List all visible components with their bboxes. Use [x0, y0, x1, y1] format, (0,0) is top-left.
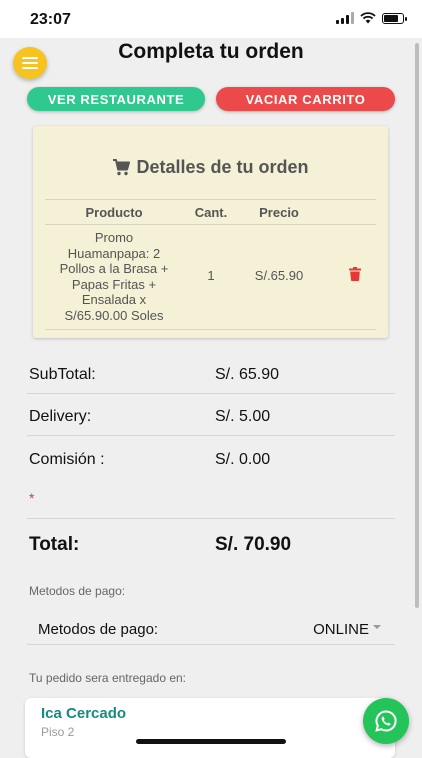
table-header: Producto Cant. Precio [45, 200, 376, 224]
product-name: Promo Huamanpapa: 2 Pollos a la Brasa + … [59, 230, 169, 323]
page-title: Completa tu orden [118, 40, 304, 63]
home-indicator [136, 739, 286, 744]
order-details-title: Detalles de tu orden [33, 157, 388, 178]
total-label: Total: [29, 534, 80, 555]
delivery-address-card[interactable]: Ica Cercado Piso 2 [25, 698, 395, 758]
order-details-card: Detalles de tu orden Producto Cant. Prec… [33, 126, 388, 338]
scrollbar[interactable] [415, 43, 419, 608]
wifi-icon [360, 12, 376, 24]
total-value: S/. 70.90 [215, 534, 292, 555]
address-name: Ica Cercado [41, 705, 127, 722]
table-row: Promo Huamanpapa: 2 Pollos a la Brasa + … [45, 225, 376, 329]
address-detail: Piso 2 [41, 725, 75, 739]
whatsapp-button[interactable] [363, 698, 409, 744]
status-icons [336, 12, 407, 24]
chevron-down-icon [373, 624, 381, 629]
whatsapp-icon [375, 710, 397, 732]
order-details-heading: Detalles de tu orden [136, 157, 309, 177]
trash-icon [349, 267, 361, 281]
product-quantity: 1 [207, 268, 215, 283]
payment-section-label: Metodos de pago: [29, 584, 126, 598]
status-bar: 23:07 [0, 0, 422, 38]
subtotal-value: S/. 65.90 [215, 366, 280, 383]
delivery-section-label: Tu pedido sera entregado en: [29, 671, 187, 685]
commission-value: S/. 0.00 [215, 451, 271, 468]
delivery-label: Delivery: [29, 408, 92, 425]
payment-method-select[interactable]: Metodos de pago: ONLINE [27, 613, 395, 645]
required-mark: * [29, 490, 35, 506]
delivery-value: S/. 5.00 [215, 408, 271, 425]
empty-cart-button[interactable]: VACIAR CARRITO [216, 87, 395, 111]
view-restaurant-button[interactable]: VER RESTAURANTE [27, 87, 205, 111]
cart-icon [113, 159, 131, 176]
menu-button[interactable] [13, 47, 47, 79]
product-price: S/.65.90 [254, 268, 304, 283]
hamburger-menu-icon [22, 57, 38, 69]
column-quantity: Cant. [194, 205, 228, 220]
column-price: Precio [259, 205, 299, 220]
delete-item-button[interactable] [335, 267, 375, 284]
commission-label: Comisión : [29, 451, 105, 468]
column-product: Producto [85, 205, 143, 220]
status-time: 23:07 [30, 11, 71, 28]
payment-method-value: ONLINE [313, 621, 381, 638]
subtotal-label: SubTotal: [29, 366, 96, 383]
payment-method-label: Metodos de pago: [38, 621, 159, 638]
order-table: Producto Cant. Precio Promo Huamanpapa: … [45, 199, 376, 330]
signal-icon [336, 12, 354, 24]
battery-icon [382, 12, 407, 24]
